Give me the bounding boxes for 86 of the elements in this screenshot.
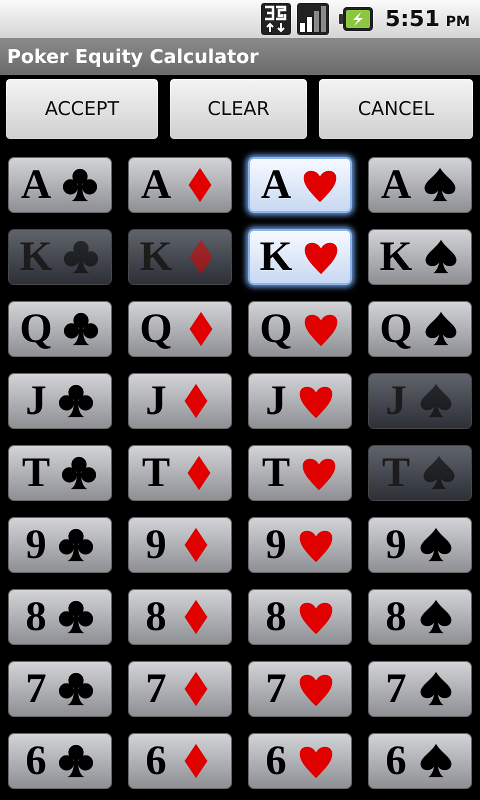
card-rank: 6 [266, 740, 286, 782]
card-rank: J [26, 380, 46, 422]
card-button[interactable]: K [248, 229, 352, 285]
card-button[interactable]: Q [368, 301, 472, 357]
battery-charging-icon [339, 7, 374, 31]
card-rank: K [20, 236, 52, 278]
card-button[interactable]: T [248, 445, 352, 501]
card-rank: 6 [26, 740, 46, 782]
card-button[interactable]: 6 [368, 733, 472, 789]
card-rank: 7 [146, 668, 166, 710]
card-button[interactable]: 7 [368, 661, 472, 717]
card-button[interactable]: Q [8, 301, 112, 357]
card-button[interactable]: 8 [8, 589, 112, 645]
card-rank: Q [260, 308, 292, 350]
card-button[interactable]: A [368, 157, 472, 213]
card-button[interactable]: 6 [248, 733, 352, 789]
card-rank: J [386, 380, 406, 422]
card-rank: 9 [26, 524, 46, 566]
card-rank: 6 [146, 740, 166, 782]
card-button[interactable]: 7 [128, 661, 232, 717]
card-button[interactable]: 8 [368, 589, 472, 645]
card-rank: A [20, 164, 52, 206]
card-button[interactable]: 9 [128, 517, 232, 573]
card-button[interactable]: 8 [128, 589, 232, 645]
action-button[interactable]: CLEAR [170, 79, 307, 139]
card-rank: T [22, 452, 50, 494]
card-button[interactable]: A [248, 157, 352, 213]
card-rank: K [140, 236, 172, 278]
card-rank: 9 [266, 524, 286, 566]
card-button[interactable]: J [248, 373, 352, 429]
card-rank: Q [140, 308, 172, 350]
card-rank: 7 [26, 668, 46, 710]
card-button[interactable]: 6 [8, 733, 112, 789]
clock-time: 5:51 [385, 6, 440, 32]
club-icon [56, 598, 94, 636]
card-button[interactable]: 6 [128, 733, 232, 789]
card-rank: T [142, 452, 170, 494]
card-button[interactable]: J [128, 373, 232, 429]
action-button[interactable]: ACCEPT [6, 79, 158, 139]
card-button[interactable]: 9 [8, 517, 112, 573]
card-rank: 8 [266, 596, 286, 638]
card-button[interactable]: A [8, 157, 112, 213]
clock-period: PM [446, 14, 470, 30]
card-button[interactable]: Q [248, 301, 352, 357]
card-rank: J [146, 380, 166, 422]
card-rank: K [380, 236, 412, 278]
card-rank: 8 [146, 596, 166, 638]
card-button[interactable]: 7 [8, 661, 112, 717]
card-button[interactable]: 9 [368, 517, 472, 573]
window-title: Poker Equity Calculator [7, 46, 259, 68]
card-button[interactable]: 9 [248, 517, 352, 573]
card-rank: 6 [386, 740, 406, 782]
card-button[interactable]: 8 [248, 589, 352, 645]
card-button[interactable]: J [8, 373, 112, 429]
card-rank: T [262, 452, 290, 494]
card-rank: A [260, 164, 292, 206]
card-rank: J [266, 380, 286, 422]
card-rank: 8 [386, 596, 406, 638]
card-rank: 9 [146, 524, 166, 566]
card-rank: T [382, 452, 410, 494]
club-icon [56, 526, 94, 564]
club-icon [62, 238, 100, 276]
card-button[interactable]: T [128, 445, 232, 501]
card-rank: A [140, 164, 172, 206]
card-rank: Q [20, 308, 52, 350]
card-rank: 7 [266, 668, 286, 710]
club-icon [56, 382, 94, 420]
network-3g-icon [261, 3, 292, 35]
action-button[interactable]: CANCEL [319, 79, 473, 139]
card-rank: K [260, 236, 292, 278]
card-button[interactable]: K [368, 229, 472, 285]
card-button[interactable]: A [128, 157, 232, 213]
card-button[interactable]: 7 [248, 661, 352, 717]
signal-icon [297, 3, 330, 35]
club-icon [62, 310, 100, 348]
card-rank: 7 [386, 668, 406, 710]
card-button[interactable]: T [8, 445, 112, 501]
club-icon [56, 742, 94, 780]
card-rank: A [380, 164, 412, 206]
club-icon [61, 166, 100, 204]
card-rank: 8 [26, 596, 46, 638]
card-rank: 9 [386, 524, 406, 566]
card-rank: Q [380, 308, 412, 350]
club-icon [56, 670, 94, 708]
club-icon [60, 454, 98, 492]
card-button[interactable]: Q [128, 301, 232, 357]
